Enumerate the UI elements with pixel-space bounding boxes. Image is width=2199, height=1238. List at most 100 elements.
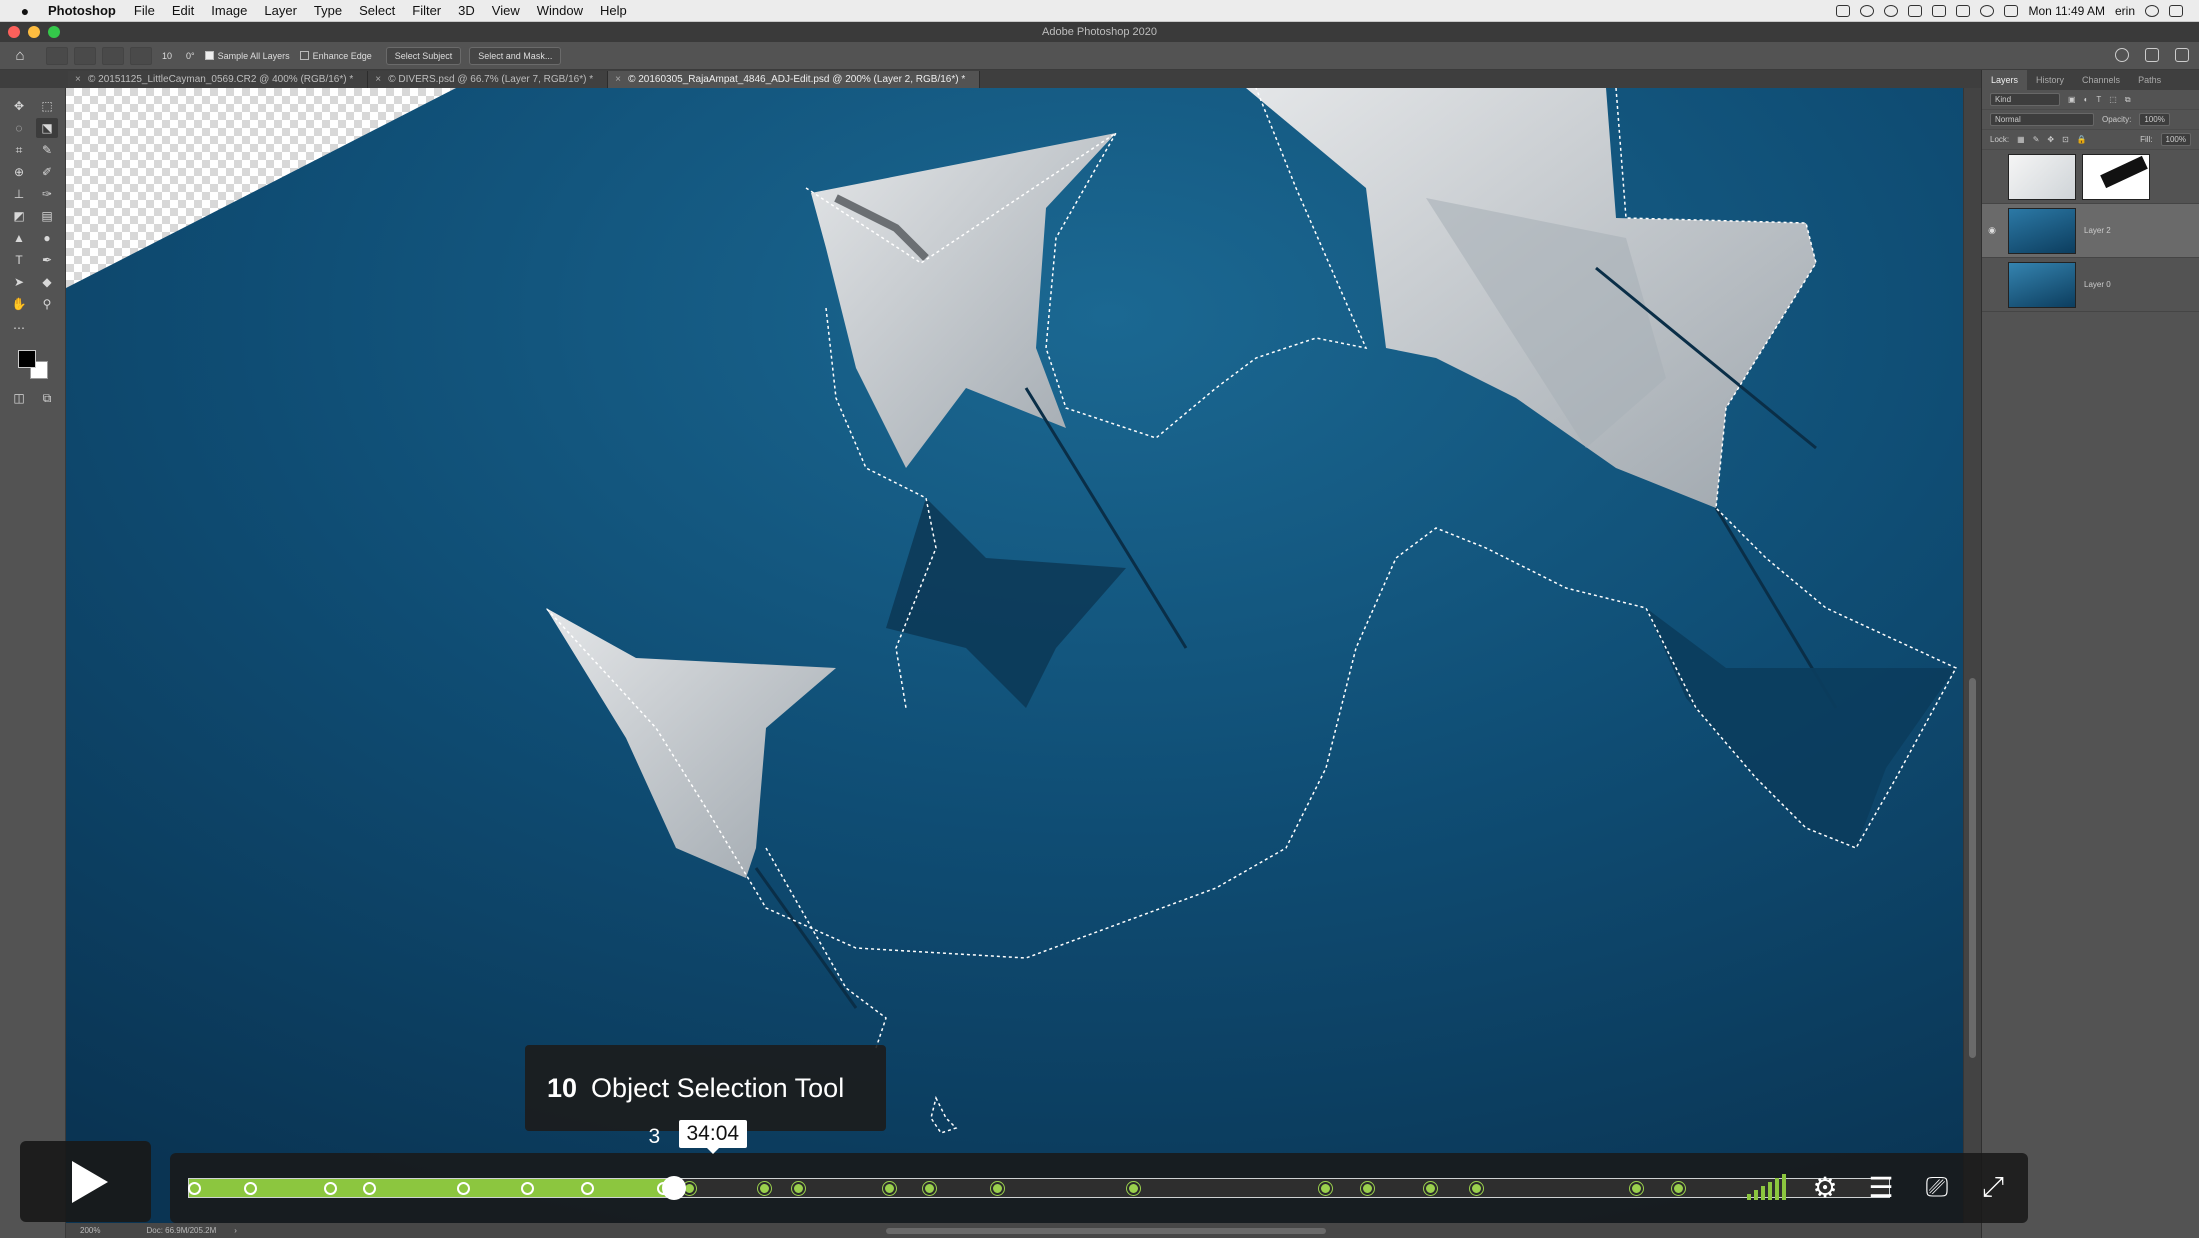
zoom-level[interactable]: 200%	[80, 1226, 100, 1235]
menu-image[interactable]: Image	[211, 3, 247, 18]
hand-tool-icon[interactable]: ✋	[8, 294, 30, 314]
filter-smart-icon[interactable]: ⧉	[2125, 95, 2131, 105]
gradient-tool-icon[interactable]: ▤	[36, 206, 58, 226]
vertical-scrollbar[interactable]	[1963, 88, 1981, 1223]
add-selection-mode[interactable]	[102, 46, 124, 65]
zoom-window-icon[interactable]	[48, 26, 60, 38]
tab-rajaampat[interactable]: × © 20160305_RajaAmpat_4846_ADJ-Edit.psd …	[608, 71, 981, 88]
tab-paths[interactable]: Paths	[2129, 70, 2170, 90]
chapter-marker[interactable]	[1126, 1182, 1140, 1195]
menu-layer[interactable]: Layer	[264, 3, 297, 18]
airplay-icon[interactable]: ⎚	[1920, 1171, 1954, 1203]
lock-pixels-icon[interactable]: ▦	[2017, 135, 2025, 144]
object-selection-tool-icon[interactable]: ⬔	[36, 118, 58, 138]
dropbox-icon[interactable]	[1932, 5, 1947, 17]
chapter-marker[interactable]	[1318, 1182, 1332, 1195]
share-icon[interactable]	[2175, 48, 2189, 62]
menu-file[interactable]: File	[134, 3, 155, 18]
brush-size-value[interactable]: 10	[162, 51, 172, 61]
chapter-marker[interactable]	[922, 1182, 936, 1195]
blur-tool-icon[interactable]: ▲	[8, 228, 30, 248]
new-selection-mode[interactable]	[74, 46, 96, 65]
volume-bars-icon[interactable]	[1747, 1174, 1786, 1200]
user-name[interactable]: erin	[2115, 4, 2135, 18]
scrollbar-thumb[interactable]	[1969, 678, 1976, 1058]
siri-icon[interactable]	[2145, 5, 2159, 17]
creative-cloud-icon[interactable]	[1860, 5, 1875, 17]
bluetooth-icon[interactable]	[1908, 5, 1923, 17]
fullscreen-icon[interactable]: ⤢	[1976, 1171, 2010, 1203]
chapter-marker[interactable]	[1424, 1182, 1437, 1195]
lock-paint-icon[interactable]: ✎	[2033, 135, 2040, 144]
search-icon[interactable]	[2115, 48, 2129, 62]
chapter-marker[interactable]	[580, 1182, 594, 1195]
filter-shape-icon[interactable]: ⬚	[2109, 95, 2117, 104]
menu-filter[interactable]: Filter	[412, 3, 441, 18]
history-brush-tool-icon[interactable]: ✑	[36, 184, 58, 204]
menu-3d[interactable]: 3D	[458, 3, 475, 18]
lock-artboard-icon[interactable]: ⊡	[2062, 135, 2069, 144]
chapter-marker[interactable]	[1672, 1182, 1686, 1195]
tool-preset-picker[interactable]	[46, 46, 68, 65]
chapter-marker[interactable]	[883, 1182, 897, 1195]
enhance-edge-checkbox[interactable]: Enhance Edge	[299, 51, 372, 61]
notification-center-icon[interactable]	[2169, 5, 2183, 17]
path-selection-tool-icon[interactable]: ➤	[8, 272, 30, 292]
minimize-window-icon[interactable]	[28, 26, 40, 38]
chapter-marker[interactable]	[456, 1182, 470, 1195]
menu-help[interactable]: Help	[600, 3, 627, 18]
quick-mask-icon[interactable]: ◫	[8, 388, 30, 408]
wifi-icon[interactable]	[1980, 5, 1995, 17]
lock-position-icon[interactable]: ✥	[2047, 135, 2054, 144]
close-window-icon[interactable]	[8, 26, 20, 38]
blend-mode-select[interactable]: Normal	[1990, 113, 2094, 126]
screen-mode-icon[interactable]: ⧉	[36, 388, 58, 408]
progress-track[interactable]	[188, 1176, 1890, 1200]
doc-size[interactable]: Doc: 66.9M/205.2M	[146, 1226, 216, 1235]
horizontal-scrollbar[interactable]	[886, 1228, 1326, 1234]
select-and-mask-button[interactable]: Select and Mask...	[469, 46, 562, 65]
angle-value[interactable]: 0°	[186, 51, 195, 61]
layer-name[interactable]: Layer 0	[2084, 280, 2111, 289]
dodge-tool-icon[interactable]: ●	[36, 228, 58, 248]
chapters-list-icon[interactable]: ☰	[1864, 1171, 1898, 1203]
brush-tool-icon[interactable]: ✐	[36, 162, 58, 182]
chevron-right-icon[interactable]: ›	[234, 1226, 237, 1235]
filter-pixel-icon[interactable]: ▣	[2068, 95, 2076, 104]
clock[interactable]: Mon 11:49 AM	[2028, 4, 2105, 18]
eraser-tool-icon[interactable]: ◩	[8, 206, 30, 226]
battery-icon[interactable]	[1956, 5, 1971, 17]
tab-history[interactable]: History	[2027, 70, 2073, 90]
lock-all-icon[interactable]: 🔒	[2077, 135, 2087, 144]
zoom-tool-icon[interactable]: ⚲	[36, 294, 58, 314]
foreground-color-swatch[interactable]	[18, 350, 36, 368]
tab-layers[interactable]: Layers	[1982, 70, 2028, 90]
close-tab-icon[interactable]: ×	[75, 71, 81, 88]
layer-row-layer-2[interactable]: ◉ Layer 2	[1982, 204, 2199, 258]
crop-tool-icon[interactable]: ⌗	[8, 140, 30, 160]
lasso-tool-icon[interactable]: ◌	[8, 118, 30, 138]
chapter-marker[interactable]	[990, 1182, 1004, 1195]
eyedropper-tool-icon[interactable]: ✎	[36, 140, 58, 160]
tab-divers[interactable]: × © DIVERS.psd @ 66.7% (Layer 7, RGB/16*)…	[368, 71, 609, 88]
type-tool-icon[interactable]: T	[8, 250, 30, 270]
tab-littlecayman[interactable]: × © 20151125_LittleCayman_0569.CR2 @ 400%…	[68, 71, 369, 88]
settings-gear-icon[interactable]: ⚙	[1808, 1171, 1842, 1203]
marquee-tool-icon[interactable]: ⬚	[36, 96, 58, 116]
chapter-marker[interactable]	[791, 1182, 805, 1195]
menu-window[interactable]: Window	[537, 3, 583, 18]
opacity-field[interactable]: 100%	[2139, 113, 2170, 126]
filter-type-icon[interactable]: T	[2096, 95, 2101, 104]
clone-stamp-tool-icon[interactable]: ⊥	[8, 184, 30, 204]
eye-icon[interactable]: ◉	[1982, 225, 2002, 236]
layer-row-layer-0[interactable]: Layer 0	[1982, 258, 2199, 312]
close-tab-icon[interactable]: ×	[375, 71, 381, 88]
chapter-marker[interactable]	[1469, 1182, 1483, 1195]
home-icon[interactable]: ⌂	[0, 42, 40, 70]
chapter-marker[interactable]	[1629, 1182, 1643, 1195]
chapter-marker[interactable]	[1361, 1182, 1375, 1195]
volume-icon[interactable]	[2004, 5, 2019, 17]
layer-name[interactable]: Layer 2	[2084, 226, 2111, 235]
close-tab-icon[interactable]: ×	[615, 71, 621, 88]
menu-view[interactable]: View	[492, 3, 520, 18]
